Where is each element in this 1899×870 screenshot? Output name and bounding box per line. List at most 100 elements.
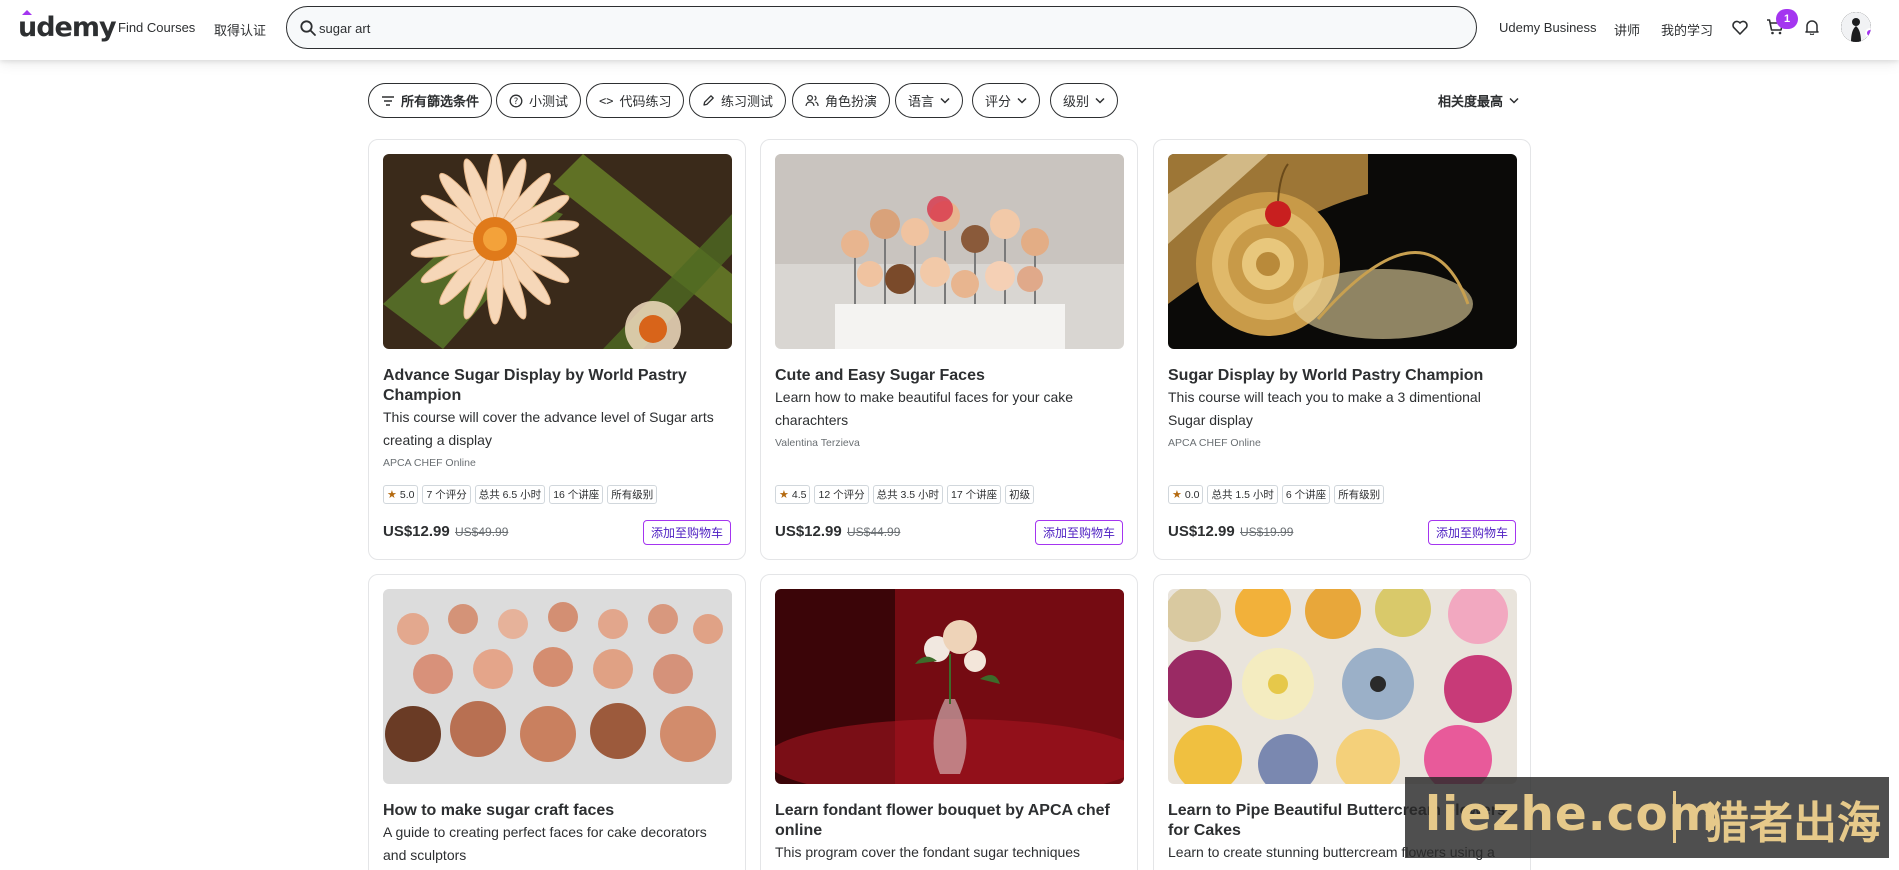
course-price: US$12.99 [775, 523, 842, 540]
certify-link[interactable]: 取得认证 [214, 20, 266, 39]
rating-value: 0.0 [1184, 488, 1200, 501]
course-card[interactable]: Sugar Display by World Pastry Champion T… [1153, 139, 1531, 560]
lectures-tag: 17 个讲座 [947, 485, 1002, 504]
rating-tag: ★ 5.0 [383, 485, 419, 504]
buttercream-flowers-image [1168, 589, 1517, 784]
search-input[interactable] [319, 15, 1419, 41]
rating-value: 4.5 [791, 488, 807, 501]
quiz-filter-button[interactable]: ? 小测试 [496, 83, 582, 118]
language-filter-dropdown[interactable]: 语言 [895, 83, 964, 118]
sort-label: 相关度最高 [1438, 94, 1504, 109]
people-icon [805, 94, 819, 107]
search-bar[interactable] [286, 6, 1477, 49]
rating-tag: ★ 0.0 [1168, 485, 1204, 504]
course-original-price: US$44.99 [847, 525, 901, 539]
my-learning-link[interactable]: 我的学习 [1661, 20, 1713, 39]
lectures-tag: 6 个讲座 [1281, 485, 1331, 504]
pencil-icon [703, 95, 714, 106]
udemy-business-link[interactable]: Udemy Business [1499, 20, 1597, 35]
course-thumbnail[interactable] [775, 154, 1124, 349]
star-icon: ★ [1172, 489, 1182, 501]
level-tag: 所有级别 [1334, 485, 1385, 504]
reviews-tag: 12 个评分 [814, 485, 869, 504]
filter-lines-icon [382, 95, 394, 106]
practice-test-filter-button[interactable]: 练习测试 [689, 83, 787, 118]
hours-tag: 总共 1.5 小时 [1207, 485, 1278, 504]
course-description: Learn how to make beautiful faces for yo… [775, 389, 1074, 428]
course-title[interactable]: Advance Sugar Display by World Pastry Ch… [383, 366, 733, 406]
wishlist-heart-icon[interactable] [1729, 16, 1751, 38]
rating-filter-label: 评分 [985, 94, 1012, 109]
udemy-logo[interactable]: udemy [18, 10, 117, 43]
course-price: US$12.99 [1168, 523, 1235, 540]
course-thumbnail[interactable] [383, 154, 732, 349]
course-card[interactable]: How to make sugar craft faces A guide to… [368, 574, 746, 870]
course-description: This course will teach you to make a 3 d… [1168, 389, 1481, 428]
find-courses-link[interactable]: Find Courses [118, 20, 195, 35]
watermark-divider [1673, 791, 1676, 843]
instructor-link[interactable]: 讲师 [1614, 20, 1640, 39]
question-circle-icon: ? [509, 94, 523, 107]
hours-tag: 总共 3.5 小时 [872, 485, 944, 504]
code-brackets-icon: <> [599, 93, 614, 108]
chevron-down-icon [1095, 97, 1105, 104]
lectures-tag: 16 个讲座 [549, 485, 604, 504]
practice-test-filter-label: 练习测试 [721, 94, 774, 109]
sugar-flower-image [383, 154, 732, 349]
sugar-craft-faces-image [383, 589, 732, 784]
all-filters-button[interactable]: 所有篩选条件 [368, 83, 493, 118]
course-card[interactable]: Cute and Easy Sugar Faces Learn how to m… [760, 139, 1138, 560]
chevron-down-icon [1017, 97, 1027, 104]
reviews-tag: 7 个评分 [422, 485, 471, 504]
watermark-name: 猎者出海 [1705, 798, 1881, 849]
course-description: This program cover the fondant sugar tec… [775, 844, 1081, 860]
sugar-faces-image [775, 154, 1124, 349]
language-filter-label: 语言 [908, 94, 935, 109]
add-to-cart-button[interactable]: 添加至购物车 [1034, 520, 1123, 545]
course-title[interactable]: Cute and Easy Sugar Faces [775, 366, 1125, 386]
add-to-cart-button[interactable]: 添加至购物车 [642, 520, 731, 545]
course-instructor: APCA CHEF Online [383, 457, 476, 469]
add-to-cart-button[interactable]: 添加至购物车 [1427, 520, 1516, 545]
star-icon: ★ [779, 489, 789, 501]
course-instructor: Valentina Terzieva [775, 437, 860, 449]
course-title[interactable]: How to make sugar craft faces [383, 801, 733, 821]
course-card[interactable]: Learn fondant flower bouquet by APCA che… [760, 574, 1138, 870]
avatar-status-dot [1865, 28, 1871, 38]
coding-filter-label: 代码练习 [619, 94, 672, 109]
coding-filter-button[interactable]: <> 代码练习 [586, 83, 685, 118]
level-filter-dropdown[interactable]: 级别 [1050, 83, 1119, 118]
sugar-rose-image [1168, 154, 1517, 349]
course-title[interactable]: Sugar Display by World Pastry Champion [1168, 366, 1518, 386]
course-card[interactable]: Advance Sugar Display by World Pastry Ch… [368, 139, 746, 560]
avatar-silhouette-icon [1841, 12, 1871, 42]
course-title[interactable]: Learn fondant flower bouquet by APCA che… [775, 801, 1125, 841]
chevron-down-icon [1509, 97, 1519, 104]
watermark-overlay: liezhe.com 猎者出海 [1405, 777, 1889, 858]
course-description: A guide to creating perfect faces for ca… [383, 824, 707, 863]
course-thumbnail[interactable] [1168, 154, 1517, 349]
course-meta-tags: ★ 4.5 12 个评分 总共 3.5 小时 17 个讲座 初级 [775, 485, 1035, 504]
course-price: US$12.99 [383, 523, 450, 540]
user-avatar[interactable] [1841, 12, 1871, 42]
hours-tag: 总共 6.5 小时 [474, 485, 546, 504]
notifications-bell-icon[interactable] [1801, 16, 1823, 38]
level-filter-label: 级别 [1063, 94, 1090, 109]
level-tag: 初级 [1005, 485, 1035, 504]
course-meta-tags: ★ 5.0 7 个评分 总共 6.5 小时 16 个讲座 所有级别 [383, 485, 658, 504]
sort-dropdown[interactable]: 相关度最高 [1438, 91, 1519, 110]
rating-tag: ★ 4.5 [775, 485, 811, 504]
star-icon: ★ [387, 489, 397, 501]
rating-filter-dropdown[interactable]: 评分 [972, 83, 1041, 118]
top-header: udemy Find Courses 取得认证 Udemy Business 讲… [0, 0, 1899, 60]
rating-value: 5.0 [399, 488, 415, 501]
search-icon[interactable] [299, 19, 317, 37]
roleplay-filter-button[interactable]: 角色扮演 [792, 83, 891, 118]
roleplay-filter-label: 角色扮演 [825, 94, 878, 109]
course-original-price: US$49.99 [455, 525, 509, 539]
course-thumbnail[interactable] [775, 589, 1124, 784]
svg-text:?: ? [514, 97, 519, 107]
course-thumbnail[interactable] [383, 589, 732, 784]
fondant-bouquet-image [775, 589, 1124, 784]
course-thumbnail[interactable] [1168, 589, 1517, 784]
